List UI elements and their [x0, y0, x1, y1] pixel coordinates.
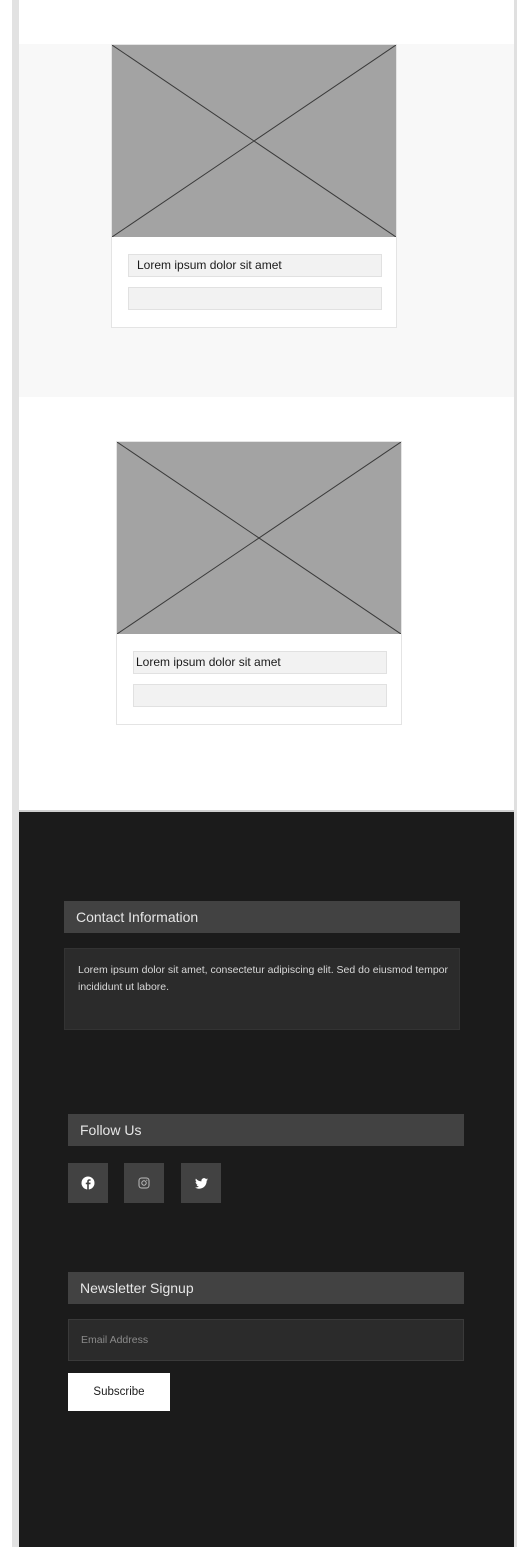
twitter-icon — [194, 1177, 208, 1189]
follow-heading: Follow Us — [68, 1114, 464, 1146]
twitter-link[interactable] — [181, 1163, 221, 1203]
image-placeholder — [117, 442, 401, 634]
email-field[interactable] — [68, 1319, 464, 1361]
card-secondary-line — [128, 287, 382, 310]
card-caption: Lorem ipsum dolor sit amet — [128, 254, 382, 277]
contact-text: Lorem ipsum dolor sit amet, consectetur … — [64, 948, 460, 1030]
contact-heading: Contact Information — [64, 901, 460, 933]
content-card: Lorem ipsum dolor sit amet — [111, 44, 397, 328]
left-margin — [0, 0, 12, 1547]
card-secondary-line — [133, 684, 387, 707]
newsletter-heading: Newsletter Signup — [68, 1272, 464, 1304]
left-border — [12, 0, 19, 1547]
facebook-link[interactable] — [68, 1163, 108, 1203]
content-card: Lorem ipsum dolor sit amet — [116, 441, 402, 725]
facebook-icon — [81, 1176, 95, 1190]
image-placeholder — [112, 45, 396, 237]
instagram-icon — [138, 1177, 150, 1189]
card-caption: Lorem ipsum dolor sit amet — [133, 651, 387, 674]
instagram-link[interactable] — [124, 1163, 164, 1203]
subscribe-button[interactable]: Subscribe — [68, 1373, 170, 1411]
